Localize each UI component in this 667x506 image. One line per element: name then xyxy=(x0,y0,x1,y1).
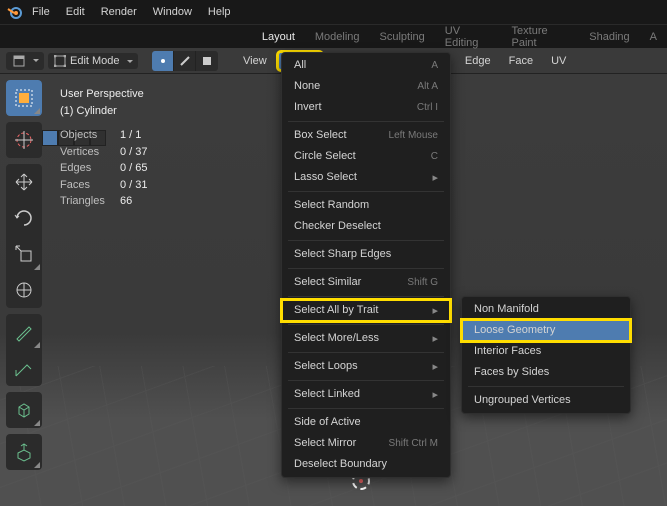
select-menu-item-box-select[interactable]: Box SelectLeft Mouse xyxy=(282,125,450,146)
hud-value: 66 xyxy=(120,193,132,210)
face-select-mode[interactable] xyxy=(196,51,218,71)
tool-transform[interactable] xyxy=(6,272,42,308)
tool-add-cube[interactable] xyxy=(6,392,42,428)
select-menu-item-select-more-less[interactable]: Select More/Less▸ xyxy=(282,328,450,349)
menu-window[interactable]: Window xyxy=(145,2,200,22)
hud-label: Vertices xyxy=(60,144,114,161)
hud-perspective: User Perspective xyxy=(60,86,148,103)
tab-layout[interactable]: Layout xyxy=(252,27,305,47)
menu-help[interactable]: Help xyxy=(200,2,239,22)
select-all-by-trait-submenu: Non ManifoldLoose GeometryInterior Faces… xyxy=(461,296,631,414)
menu-render[interactable]: Render xyxy=(93,2,145,22)
select-menu-item-checker-deselect[interactable]: Checker Deselect xyxy=(282,216,450,237)
trait-menu-item-ungrouped-vertices: Ungrouped Vertices xyxy=(462,390,630,411)
selmode-vert[interactable] xyxy=(42,130,58,146)
tool-measure[interactable] xyxy=(6,350,42,386)
viewport-hud: User Perspective (1) Cylinder Objects 1 /… xyxy=(60,86,148,210)
mode-label: Edit Mode xyxy=(70,55,120,67)
tool-cursor[interactable] xyxy=(6,122,42,158)
menu-file[interactable]: File xyxy=(24,2,58,22)
hud-label: Triangles xyxy=(60,193,114,210)
hud-label: Faces xyxy=(60,177,114,194)
workspace-tabs: Layout Modeling Sculpting UV Editing Tex… xyxy=(0,24,667,48)
menu-edit[interactable]: Edit xyxy=(58,2,93,22)
vertex-select-mode[interactable] xyxy=(152,51,174,71)
header-uv[interactable]: UV xyxy=(544,52,573,70)
tool-annotate[interactable] xyxy=(6,314,42,350)
select-menu-item-all[interactable]: AllA xyxy=(282,55,450,76)
tab-uv-editing[interactable]: UV Editing xyxy=(435,21,502,53)
tab-modeling[interactable]: Modeling xyxy=(305,27,370,47)
select-menu-item-deselect-boundary[interactable]: Deselect Boundary xyxy=(282,454,450,475)
tab-shading[interactable]: Shading xyxy=(579,27,639,47)
hud-value: 1 / 1 xyxy=(120,127,141,144)
tool-select-box[interactable] xyxy=(6,80,42,116)
tab-sculpting[interactable]: Sculpting xyxy=(370,27,435,47)
select-menu-item-select-linked[interactable]: Select Linked▸ xyxy=(282,384,450,405)
select-menu-item-none[interactable]: NoneAlt A xyxy=(282,76,450,97)
header-face[interactable]: Face xyxy=(502,52,540,70)
select-menu-item-invert[interactable]: InvertCtrl I xyxy=(282,97,450,118)
hud-value: 0 / 31 xyxy=(120,177,148,194)
tool-move[interactable] xyxy=(6,164,42,200)
select-mode-buttons xyxy=(152,51,218,71)
hud-label: Edges xyxy=(60,160,114,177)
hud-value: 0 / 37 xyxy=(120,144,148,161)
select-menu-item-circle-select[interactable]: Circle SelectC xyxy=(282,146,450,167)
tool-sidebar xyxy=(6,80,42,470)
mode-dropdown[interactable]: Edit Mode xyxy=(48,53,138,69)
header-edge[interactable]: Edge xyxy=(458,52,498,70)
tool-scale[interactable] xyxy=(6,236,42,272)
select-menu-item-lasso-select[interactable]: Lasso Select▸ xyxy=(282,167,450,188)
hud-object-name: (1) Cylinder xyxy=(60,103,148,120)
select-menu-item-side-of-active[interactable]: Side of Active xyxy=(282,412,450,433)
hud-value: 0 / 65 xyxy=(120,160,148,177)
trait-menu-item-loose-geometry[interactable]: Loose Geometry xyxy=(462,320,630,341)
select-menu-item-select-similar[interactable]: Select SimilarShift G xyxy=(282,272,450,293)
edge-select-mode[interactable] xyxy=(174,51,196,71)
tool-extrude[interactable] xyxy=(6,434,42,470)
select-menu-item-select-loops[interactable]: Select Loops▸ xyxy=(282,356,450,377)
select-menu-item-select-random[interactable]: Select Random xyxy=(282,195,450,216)
select-menu-item-select-mirror[interactable]: Select MirrorShift Ctrl M xyxy=(282,433,450,454)
header-view[interactable]: View xyxy=(236,52,274,70)
blender-logo-icon xyxy=(4,2,24,22)
trait-menu-item-faces-by-sides[interactable]: Faces by Sides xyxy=(462,362,630,383)
tab-animation[interactable]: A xyxy=(640,27,667,47)
select-menu: AllANoneAlt AInvertCtrl I Box SelectLeft … xyxy=(281,52,451,478)
hud-label: Objects xyxy=(60,127,114,144)
tool-rotate[interactable] xyxy=(6,200,42,236)
trait-menu-item-interior-faces[interactable]: Interior Faces xyxy=(462,341,630,362)
tab-texture-paint[interactable]: Texture Paint xyxy=(502,21,580,53)
select-menu-item-select-sharp-edges[interactable]: Select Sharp Edges xyxy=(282,244,450,265)
select-menu-item-select-all-by-trait[interactable]: Select All by Trait▸ xyxy=(282,300,450,321)
editor-type-dropdown[interactable] xyxy=(6,52,44,70)
trait-menu-item-non-manifold[interactable]: Non Manifold xyxy=(462,299,630,320)
